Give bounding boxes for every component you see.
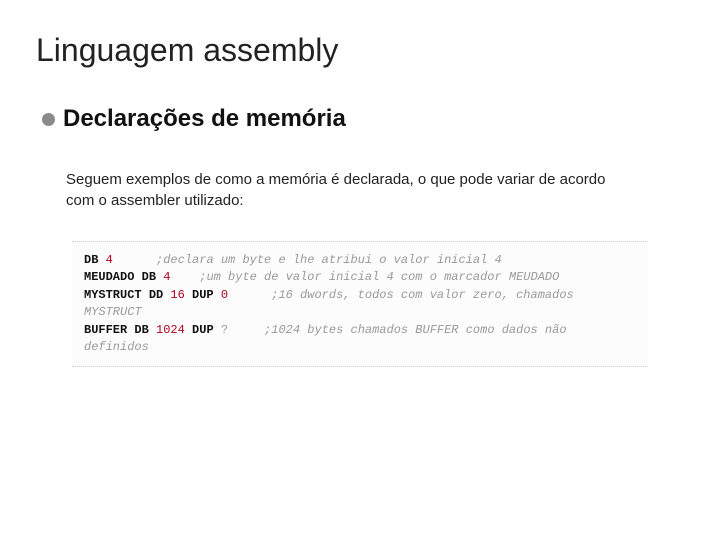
code-comment-cont: MYSTRUCT [84,305,142,319]
code-comment-cont: definidos [84,340,149,354]
code-number: 0 [221,288,228,302]
subtitle-row: Declarações de memória [42,105,684,133]
code-line-4: BUFFER DB 1024 DUP ? ;1024 bytes chamado… [84,322,636,339]
code-number: 1024 [156,323,185,337]
code-dup: DUP [192,323,214,337]
code-number: 16 [170,288,184,302]
page-title: Linguagem assembly [36,32,684,69]
code-label: MYSTRUCT [84,288,142,302]
subtitle: Declarações de memória [63,105,346,133]
body-text: Seguem exemplos de como a memória é decl… [66,169,624,211]
code-number: 4 [106,253,113,267]
code-comment: ;declara um byte e lhe atribui o valor i… [156,253,502,267]
code-line-3: MYSTRUCT DD 16 DUP 0 ;16 dwords, todos c… [84,287,636,304]
code-line-2: MEUDADO DB 4 ;um byte de valor inicial 4… [84,269,636,286]
bullet-icon [42,113,55,126]
code-keyword: DB [142,270,156,284]
code-comment: ;1024 bytes chamados BUFFER como dados n… [264,323,566,337]
code-line-3b: MYSTRUCT [84,304,636,321]
code-line-1: DB 4 ;declara um byte e lhe atribui o va… [84,252,636,269]
code-number: 4 [163,270,170,284]
code-dupval: ? [221,323,228,337]
code-comment: ;16 dwords, todos com valor zero, chamad… [271,288,573,302]
code-line-4b: definidos [84,339,636,356]
code-keyword: DB [84,253,98,267]
code-comment: ;um byte de valor inicial 4 com o marcad… [199,270,559,284]
code-label: MEUDADO [84,270,134,284]
code-dup: DUP [192,288,214,302]
code-label: BUFFER [84,323,127,337]
code-keyword: DD [149,288,163,302]
code-keyword: DB [134,323,148,337]
code-block: DB 4 ;declara um byte e lhe atribui o va… [72,241,648,367]
